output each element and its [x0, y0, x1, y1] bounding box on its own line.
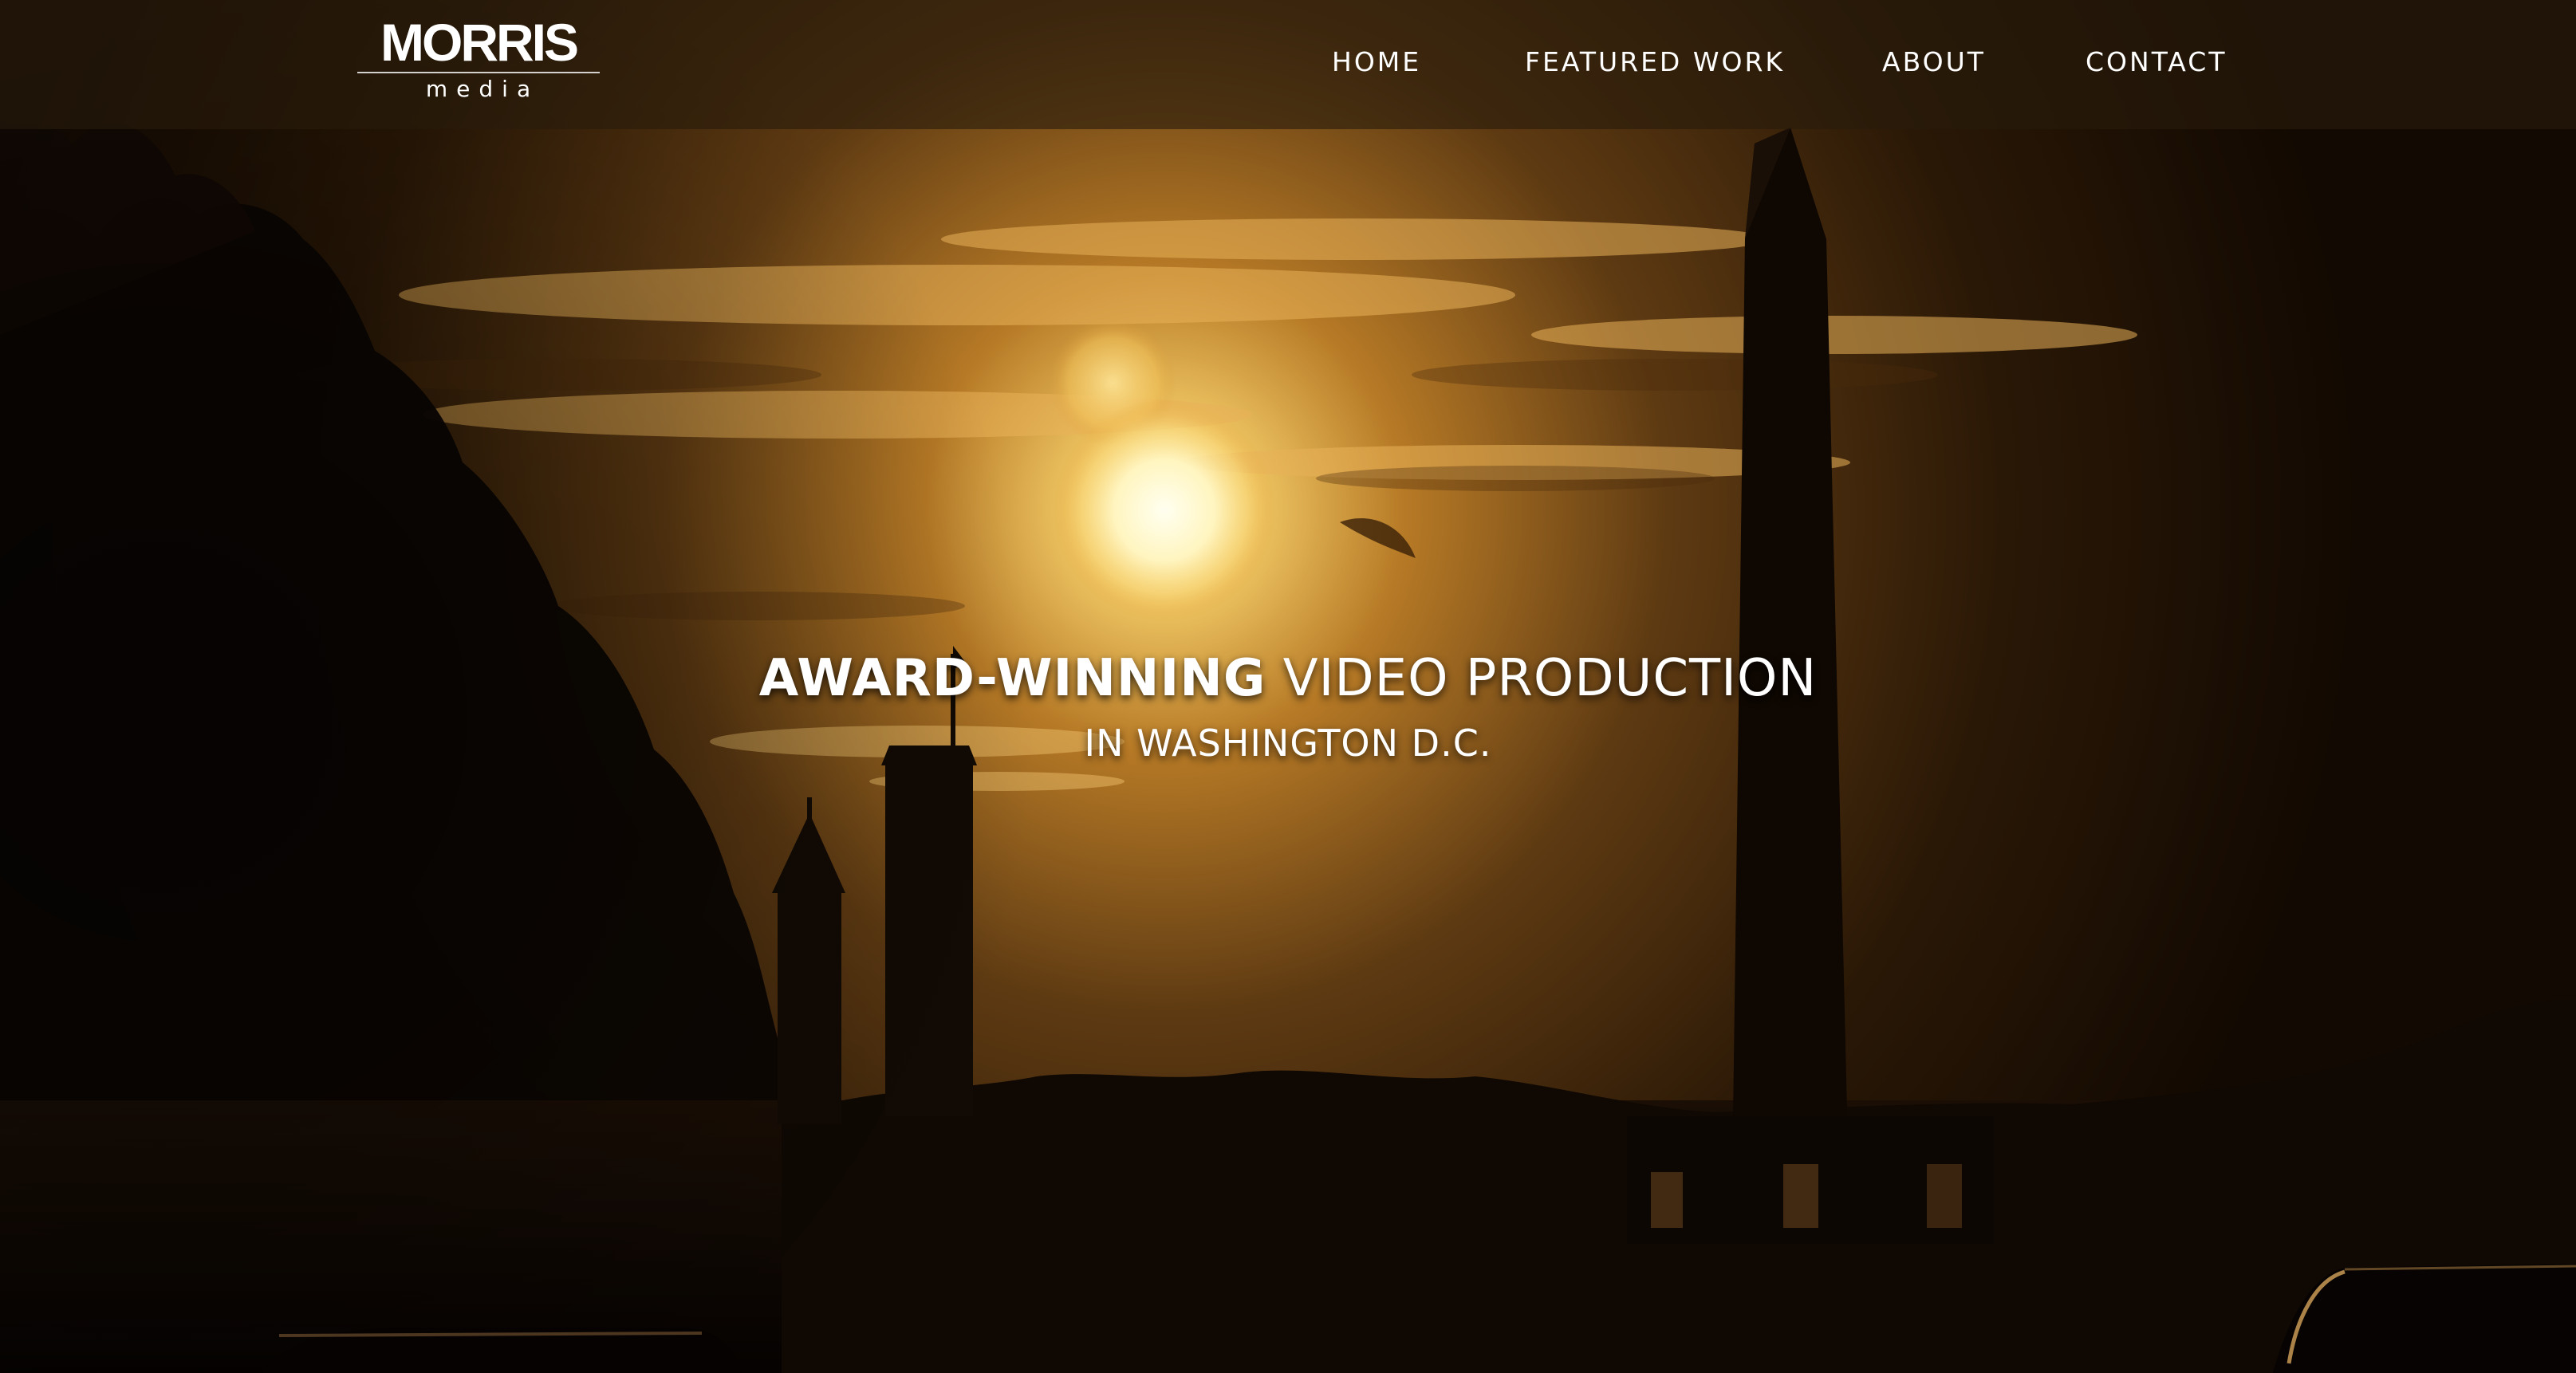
hero-title-strong: AWARD-WINNING — [758, 649, 1266, 708]
hero-headline: AWARD-WINNING VIDEO PRODUCTION IN WASHIN… — [0, 644, 2576, 769]
main-navigation: HOME FEATURED WORK ABOUT CONTACT — [0, 43, 2576, 81]
hero-title: AWARD-WINNING VIDEO PRODUCTION — [0, 644, 2576, 713]
page: MORRIS media HOME FEATURED WORK ABOUT CO… — [0, 0, 2576, 1373]
site-header: MORRIS media HOME FEATURED WORK ABOUT CO… — [0, 0, 2576, 129]
hero-subtitle: IN WASHINGTON D.C. — [1084, 722, 1492, 765]
nav-item-featured-work[interactable]: FEATURED WORK — [1525, 43, 1785, 81]
hero-title-rest: VIDEO PRODUCTION — [1266, 649, 1818, 708]
nav-item-home[interactable]: HOME — [1332, 43, 1421, 81]
nav-item-contact[interactable]: CONTACT — [2086, 43, 2227, 81]
nav-item-about[interactable]: ABOUT — [1882, 43, 1986, 81]
